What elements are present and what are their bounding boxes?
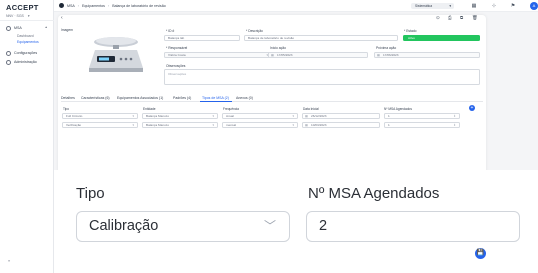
- start-date-field[interactable]: ▦ 17/05/2023: [268, 52, 368, 58]
- chevron-down-icon: ▾: [449, 4, 451, 8]
- org-selector[interactable]: NNV · SGS ▾: [6, 14, 30, 18]
- row2-msa-field[interactable]: 1 ⇕: [384, 122, 460, 128]
- delete-icon[interactable]: 🗑: [472, 15, 478, 21]
- avatar[interactable]: A: [530, 2, 538, 10]
- status-badge[interactable]: Ativo: [403, 35, 480, 41]
- equipment-image[interactable]: [85, 30, 147, 74]
- calendar-icon[interactable]: ▦: [471, 3, 477, 9]
- sidebar-item-configuracoes[interactable]: Configurações: [6, 49, 37, 57]
- sidebar-subitem-equipamentos[interactable]: Equipamentos: [17, 40, 39, 44]
- stepper-icon: ⇕: [453, 123, 456, 127]
- notes-label: Observações: [166, 64, 186, 68]
- breadcrumb-item[interactable]: Equipamentos: [82, 4, 105, 8]
- calendar-icon: ▦: [305, 114, 308, 118]
- top-bar: MSA › Equipamentos › Balança de laborató…: [54, 0, 538, 12]
- responsible-select[interactable]: Vitória Costa▾: [164, 52, 272, 58]
- org-chart-icon[interactable]: ⊹: [491, 3, 497, 9]
- image-label: Imagem: [61, 28, 73, 32]
- notes-field[interactable]: Observações: [164, 69, 480, 85]
- tab-detalhes[interactable]: Detalhes: [61, 96, 75, 100]
- chevron-down-icon: ▾: [212, 123, 214, 127]
- tab-caracteristicas[interactable]: Características (6): [81, 96, 110, 100]
- sidebar-divider: [0, 20, 54, 21]
- column-header-data-inicial: Data Inicial: [303, 107, 319, 111]
- calendar-icon: ▦: [271, 53, 274, 57]
- tab-equipamentos-associados[interactable]: Equipamentos Associados (1): [117, 96, 163, 100]
- notifications-icon[interactable]: ⚑: [510, 3, 516, 9]
- breadcrumb-item[interactable]: MSA: [67, 4, 75, 8]
- next-date-label: Próxima ação: [376, 46, 397, 50]
- save-icon[interactable]: ⊙: [436, 15, 440, 21]
- row2-tipo-select[interactable]: Verificação ▾: [62, 122, 138, 128]
- sidebar: ACCEPT NNV · SGS ▾ MSA ▴ Dashboard Equipa…: [0, 0, 54, 273]
- row1-tipo-select[interactable]: Full Circuito ▾: [62, 113, 138, 119]
- back-arrow-icon[interactable]: ‹: [61, 15, 63, 21]
- active-tab-indicator: [200, 101, 232, 102]
- chevron-up-icon[interactable]: ▴: [45, 25, 47, 29]
- msa-agendados-label: Nº MSA Agendados: [308, 185, 440, 202]
- sidebar-subitem-dashboard[interactable]: Dashboard: [17, 34, 34, 38]
- sidebar-item-msa[interactable]: MSA: [6, 24, 22, 32]
- msa-icon: [6, 25, 11, 31]
- save-icon[interactable]: 💾: [475, 248, 486, 259]
- breadcrumb-separator: ›: [107, 3, 110, 8]
- status-label: * Estado: [404, 29, 417, 33]
- row2-entidade-select[interactable]: Balança Manuzo ▾: [142, 122, 218, 128]
- id-label: * ID #: [166, 29, 175, 33]
- column-header-entidade: Entidade: [143, 107, 156, 111]
- calendar-icon: ▦: [377, 53, 380, 57]
- gear-icon: [6, 50, 11, 56]
- row1-msa-field[interactable]: 1 ⇕: [384, 113, 460, 119]
- admin-icon: [6, 59, 11, 65]
- sidebar-item-label: Configurações: [14, 51, 38, 55]
- tipo-select[interactable]: Calibração ﹀: [76, 211, 290, 242]
- row2-frequencia-select[interactable]: mensal ▾: [222, 122, 298, 128]
- print-icon[interactable]: ⎙: [448, 15, 452, 20]
- sidebar-item-label: Administração: [14, 60, 37, 64]
- breadcrumb-separator: ›: [77, 3, 79, 8]
- tipo-label: Tipo: [76, 185, 105, 202]
- column-header-frequencia: Frequência: [223, 107, 239, 111]
- breadcrumb: MSA › Equipamentos › Balança de laborató…: [59, 3, 166, 8]
- description-label: * Descrição: [246, 29, 263, 33]
- row2-data-field[interactable]: ▦ 10/03/2023: [302, 122, 380, 128]
- row1-data-field[interactable]: ▦ 26/12/2023: [302, 113, 380, 119]
- chevron-down-icon: ﹀: [263, 219, 276, 233]
- sidebar-item-label: MSA: [14, 26, 22, 30]
- tab-anexos[interactable]: Anexos (0): [236, 96, 253, 100]
- chevron-down-icon: ▾: [212, 114, 214, 118]
- chevron-down-icon: ▾: [292, 123, 294, 127]
- row1-entidade-select[interactable]: Balança Manuzo ▾: [142, 113, 218, 119]
- sidebar-item-administracao[interactable]: Administração: [6, 58, 37, 66]
- column-header-msa-agendados: Nº MSA Agendados: [384, 107, 412, 111]
- responsible-label: * Responsável: [166, 46, 188, 50]
- breadcrumb-current: Balança de laboratório de revisão: [112, 3, 166, 8]
- id-field[interactable]: Balança lab: [164, 35, 240, 41]
- zoomed-row-detail: Tipo Calibração ﹀ Nº MSA Agendados 2 💾: [54, 170, 538, 273]
- row1-frequencia-select[interactable]: Anual ▾: [222, 113, 298, 119]
- column-header-tipo: Tipo: [63, 107, 70, 111]
- copy-icon[interactable]: ⧉: [460, 15, 463, 20]
- tab-padroes[interactable]: Padrões (4): [173, 96, 191, 100]
- stepper-icon: ⇕: [453, 114, 456, 118]
- description-field[interactable]: Balança de laboratório de revisão: [244, 35, 398, 41]
- next-date-field[interactable]: ▦ 17/06/2023: [374, 52, 480, 58]
- tab-tipos-msa[interactable]: Tipos de MSA (2): [202, 96, 229, 100]
- msa-module-icon: [59, 3, 64, 8]
- app-logo: ACCEPT: [6, 3, 39, 12]
- chevron-down-icon: ▾: [132, 123, 134, 127]
- chevron-down-icon: ▾: [27, 14, 30, 18]
- start-date-label: Início ação: [270, 46, 286, 50]
- tab-bar: Detalhes Características (6) Equipamento…: [61, 95, 483, 102]
- environment-select[interactable]: Sistemática ▾: [411, 3, 454, 9]
- calendar-icon: ▦: [305, 123, 308, 127]
- add-icon[interactable]: +: [469, 105, 475, 111]
- chevron-down-icon: ▾: [292, 114, 294, 118]
- chevron-down-icon: ▾: [132, 114, 134, 118]
- collapse-sidebar-button[interactable]: «: [8, 258, 10, 263]
- msa-agendados-field[interactable]: 2: [306, 211, 520, 242]
